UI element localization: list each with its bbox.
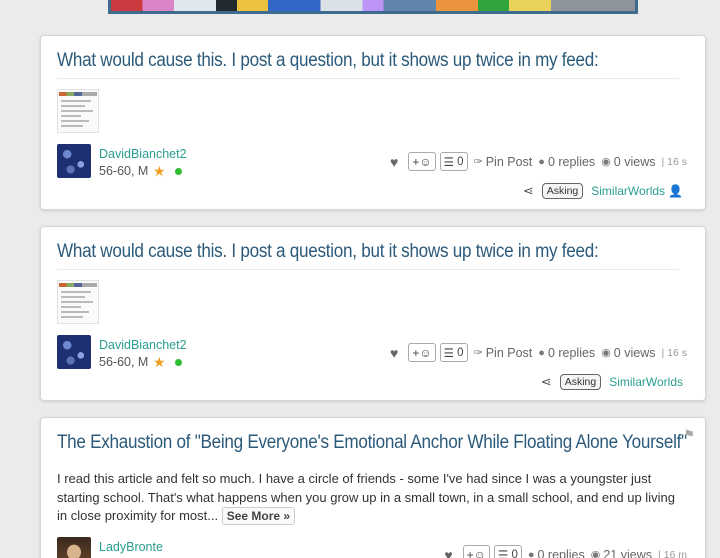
share-icon[interactable]: ⋖ (541, 374, 552, 390)
eye-icon: ◉ (590, 549, 601, 558)
post-image-thumbnail[interactable] (57, 280, 99, 324)
timestamp: | 16 m (658, 548, 687, 558)
flag-icon[interactable]: ⚑ (683, 427, 695, 443)
username-link[interactable]: DavidBianchet2 (99, 338, 187, 352)
divider (57, 78, 679, 79)
heart-icon[interactable]: ♥ (390, 154, 398, 170)
post-body: I read this article and felt so much. I … (57, 470, 687, 526)
tag-asking[interactable]: Asking (541, 183, 584, 199)
star-icon: ★ (153, 163, 166, 179)
timestamp: | 16 s (661, 346, 687, 359)
replies-link[interactable]: ● 0 replies (538, 155, 595, 169)
views-count: ◉ 0 views (601, 345, 656, 360)
post-actions: ♥ +☺ ☰ 0 ✑ Pin Post ● 0 replies ◉ 0 views |… (390, 152, 687, 171)
pin-post-button[interactable]: ✑ Pin Post (474, 155, 533, 169)
speech-bubble-icon: ● (527, 548, 535, 558)
heart-icon[interactable]: ♥ (390, 345, 398, 361)
views-count: ◉ 21 views (591, 548, 652, 558)
pin-post-button[interactable]: ✑ Pin Post (474, 346, 533, 360)
eye-icon: ◉ (601, 156, 611, 168)
tasks-button[interactable]: ☰ 0 (493, 545, 522, 558)
list-icon: ☰ (497, 549, 509, 558)
pin-icon: ✑ (473, 347, 483, 359)
views-count: ◉ 0 views (601, 154, 656, 169)
list-icon: ☰ (443, 347, 454, 360)
group-link[interactable]: SimilarWorlds (609, 375, 683, 389)
speech-bubble-icon: ● (538, 346, 545, 359)
user-meta: 56-60, M (99, 355, 149, 369)
post-tags: ⋖ Asking SimilarWorlds (541, 374, 683, 390)
timestamp: | 16 s (661, 155, 687, 168)
post-excerpt: I read this article and felt so much. I … (57, 471, 675, 523)
post-title[interactable]: The Exhaustion of "Being Everyone's Emot… (57, 432, 687, 454)
avatar[interactable] (57, 537, 91, 558)
tasks-button[interactable]: ☰ 0 (439, 152, 468, 171)
share-icon[interactable]: ⋖ (523, 183, 534, 199)
post-card: The Exhaustion of "Being Everyone's Emot… (40, 417, 706, 558)
divider (57, 269, 679, 270)
post-tags: ⋖ Asking SimilarWorlds 👤 (523, 183, 683, 199)
heart-icon[interactable]: ♥ (444, 547, 452, 558)
tasks-button[interactable]: ☰ 0 (439, 343, 468, 362)
list-icon: ☰ (443, 156, 454, 169)
tag-asking[interactable]: Asking (559, 374, 602, 390)
speech-bubble-icon: ● (538, 155, 545, 168)
username-link[interactable]: DavidBianchet2 (99, 147, 187, 161)
replies-link[interactable]: ● 0 replies (528, 548, 585, 558)
post-title[interactable]: What would cause this. I post a question… (57, 50, 599, 72)
add-reaction-button[interactable]: +☺ (408, 343, 436, 362)
online-status-icon (175, 359, 182, 366)
post-actions: ♥ +☺ ☰ 0 ● 0 replies ◉ 21 views | 16 m (444, 545, 687, 558)
post-image-thumbnail[interactable] (57, 89, 99, 133)
replies-link[interactable]: ● 0 replies (538, 346, 595, 360)
post-actions: ♥ +☺ ☰ 0 ✑ Pin Post ● 0 replies ◉ 0 views |… (390, 343, 687, 362)
group-members-icon[interactable]: 👤 (668, 184, 683, 198)
eye-icon: ◉ (601, 347, 611, 359)
username-link[interactable]: LadyBronte (99, 540, 163, 554)
group-link[interactable]: SimilarWorlds (591, 184, 665, 198)
add-reaction-button[interactable]: +☺ (408, 152, 436, 171)
post-title[interactable]: What would cause this. I post a question… (57, 241, 599, 263)
post-card: What would cause this. I post a question… (40, 226, 706, 401)
star-icon: ★ (153, 354, 166, 370)
see-more-button[interactable]: See More » (221, 507, 296, 525)
avatar[interactable] (57, 335, 91, 369)
top-banner-image (108, 0, 638, 14)
avatar[interactable] (57, 144, 91, 178)
pin-icon: ✑ (473, 156, 483, 168)
online-status-icon (175, 168, 182, 175)
user-meta: 56-60, M (99, 164, 149, 178)
add-reaction-button[interactable]: +☺ (462, 545, 490, 558)
post-card: What would cause this. I post a question… (40, 35, 706, 210)
